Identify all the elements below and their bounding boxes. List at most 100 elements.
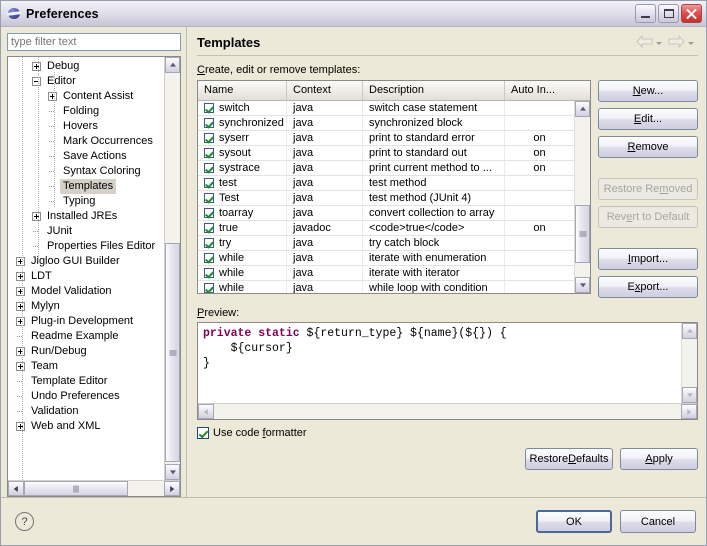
table-row[interactable]: Test java test method (JUnit 4) bbox=[198, 191, 574, 206]
tree-scroll-right-button[interactable] bbox=[164, 481, 180, 496]
tree-expand-plus-icon[interactable] bbox=[16, 302, 25, 311]
tree-item-save-actions[interactable]: Save Actions bbox=[8, 149, 164, 164]
template-enabled-checkbox[interactable] bbox=[204, 103, 214, 113]
table-header-row[interactable]: Name Context Description Auto In... bbox=[198, 81, 590, 101]
cancel-button[interactable]: Cancel bbox=[620, 510, 696, 533]
cell-name[interactable]: toarray bbox=[198, 206, 287, 220]
preview-hscroll-track[interactable] bbox=[214, 404, 681, 419]
tree-expand-plus-icon[interactable] bbox=[32, 212, 41, 221]
template-enabled-checkbox[interactable] bbox=[204, 253, 214, 263]
template-enabled-checkbox[interactable] bbox=[204, 148, 214, 158]
tree-expand-plus-icon[interactable] bbox=[16, 362, 25, 371]
preview-scroll-track[interactable] bbox=[682, 339, 697, 387]
back-dropdown-icon[interactable] bbox=[656, 42, 662, 45]
template-enabled-checkbox[interactable] bbox=[204, 133, 214, 143]
tree-item-model-validation[interactable]: Model Validation bbox=[8, 284, 164, 299]
apply-button[interactable]: Apply bbox=[620, 448, 698, 470]
tree-item-installed-jres[interactable]: Installed JREs bbox=[8, 209, 164, 224]
restore-defaults-button[interactable]: Restore Defaults bbox=[525, 448, 613, 470]
cell-name[interactable]: systrace bbox=[198, 161, 287, 175]
tree-item-team[interactable]: Team bbox=[8, 359, 164, 374]
cell-name[interactable]: switch bbox=[198, 101, 287, 115]
tree-item-undo-preferences[interactable]: Undo Preferences bbox=[8, 389, 164, 404]
tree-item-properties-files-editor[interactable]: Properties Files Editor bbox=[8, 239, 164, 254]
tree-item-hovers[interactable]: Hovers bbox=[8, 119, 164, 134]
use-code-formatter-checkbox[interactable] bbox=[197, 427, 209, 439]
table-scroll-thumb[interactable] bbox=[575, 205, 590, 263]
template-enabled-checkbox[interactable] bbox=[204, 178, 214, 188]
edit-button[interactable]: Edit... bbox=[598, 108, 698, 130]
tree-expand-plus-icon[interactable] bbox=[16, 317, 25, 326]
table-row[interactable]: sysout java print to standard out on bbox=[198, 146, 574, 161]
tree-expand-plus-icon[interactable] bbox=[32, 62, 41, 71]
tree-item-mylyn[interactable]: Mylyn bbox=[8, 299, 164, 314]
tree-scroll-area[interactable]: Debug Editor Content Assist Folding Hovers Ma… bbox=[8, 57, 164, 480]
template-enabled-checkbox[interactable] bbox=[204, 118, 214, 128]
cell-name[interactable]: try bbox=[198, 236, 287, 250]
table-row[interactable]: switch java switch case statement bbox=[198, 101, 574, 116]
template-enabled-checkbox[interactable] bbox=[204, 208, 214, 218]
tree-scroll-track[interactable] bbox=[165, 73, 180, 464]
template-enabled-checkbox[interactable] bbox=[204, 163, 214, 173]
tree-item-mark-occurrences[interactable]: Mark Occurrences bbox=[8, 134, 164, 149]
tree-item-validation[interactable]: Validation bbox=[8, 404, 164, 419]
tree-item-template-editor[interactable]: Template Editor bbox=[8, 374, 164, 389]
tree-item-syntax-coloring[interactable]: Syntax Coloring bbox=[8, 164, 164, 179]
tree-item-typing[interactable]: Typing bbox=[8, 194, 164, 209]
filter-input[interactable] bbox=[7, 33, 181, 51]
table-row[interactable]: try java try catch block bbox=[198, 236, 574, 251]
tree-item-editor[interactable]: Editor bbox=[8, 74, 164, 89]
table-row[interactable]: while java iterate with iterator bbox=[198, 266, 574, 281]
table-scroll-down-button[interactable] bbox=[575, 277, 590, 293]
tree-scroll-thumb[interactable] bbox=[165, 243, 180, 462]
tree-item-content-assist[interactable]: Content Assist bbox=[8, 89, 164, 104]
template-enabled-checkbox[interactable] bbox=[204, 283, 214, 293]
ok-button[interactable]: OK bbox=[536, 510, 612, 533]
tree-item-web-and-xml[interactable]: Web and XML bbox=[8, 419, 164, 434]
cell-name[interactable]: while bbox=[198, 251, 287, 265]
tree-expand-plus-icon[interactable] bbox=[16, 272, 25, 281]
table-header-name[interactable]: Name bbox=[198, 81, 287, 100]
export-button[interactable]: Ex port... bbox=[598, 276, 698, 298]
table-row[interactable]: while java iterate with enumeration bbox=[198, 251, 574, 266]
table-vertical-scrollbar[interactable] bbox=[574, 101, 590, 293]
preview-scroll-right-button[interactable] bbox=[681, 404, 697, 419]
tree-scroll-left-button[interactable] bbox=[8, 481, 24, 496]
cell-name[interactable]: while bbox=[198, 266, 287, 280]
tree-item-run-debug[interactable]: Run/Debug bbox=[8, 344, 164, 359]
template-enabled-checkbox[interactable] bbox=[204, 268, 214, 278]
tree-item-folding[interactable]: Folding bbox=[8, 104, 164, 119]
tree-expand-plus-icon[interactable] bbox=[48, 92, 57, 101]
cell-name[interactable]: sysout bbox=[198, 146, 287, 160]
table-row[interactable]: toarray java convert collection to array bbox=[198, 206, 574, 221]
tree-item-jigloo-gui-builder[interactable]: Jigloo GUI Builder bbox=[8, 254, 164, 269]
use-code-formatter-row[interactable]: Use code formatter bbox=[197, 427, 698, 439]
tree-scroll-up-button[interactable] bbox=[165, 57, 180, 73]
template-enabled-checkbox[interactable] bbox=[204, 223, 214, 233]
tree-item-debug[interactable]: Debug bbox=[8, 59, 164, 74]
tree-item-templates[interactable]: Templates bbox=[8, 179, 164, 194]
cell-name[interactable]: while bbox=[198, 281, 287, 293]
cell-name[interactable]: synchronized bbox=[198, 116, 287, 130]
table-row[interactable]: syserr java print to standard error on bbox=[198, 131, 574, 146]
maximize-button[interactable] bbox=[658, 4, 679, 23]
tree-scroll-down-button[interactable] bbox=[165, 464, 180, 480]
cell-name[interactable]: true bbox=[198, 221, 287, 235]
tree-expand-plus-icon[interactable] bbox=[16, 422, 25, 431]
cell-name[interactable]: syserr bbox=[198, 131, 287, 145]
preview-scroll-left-button[interactable] bbox=[198, 404, 214, 419]
cell-name[interactable]: test bbox=[198, 176, 287, 190]
tree-item-junit[interactable]: JUnit bbox=[8, 224, 164, 239]
preview-horizontal-scrollbar[interactable] bbox=[198, 403, 697, 419]
tree-expand-plus-icon[interactable] bbox=[16, 347, 25, 356]
table-header-auto-in[interactable]: Auto In... bbox=[505, 81, 590, 100]
tree-collapse-minus-icon[interactable] bbox=[32, 77, 41, 86]
tree-vertical-scrollbar[interactable] bbox=[164, 57, 180, 480]
tree-expand-plus-icon[interactable] bbox=[16, 257, 25, 266]
tree-horizontal-scrollbar[interactable] bbox=[8, 480, 180, 496]
cell-name[interactable]: Test bbox=[198, 191, 287, 205]
table-row[interactable]: while java while loop with condition bbox=[198, 281, 574, 293]
table-row[interactable]: true javadoc <code>true</code> on bbox=[198, 221, 574, 236]
preview-scroll-down-button[interactable] bbox=[682, 387, 697, 403]
tree-item-plug-in-development[interactable]: Plug-in Development bbox=[8, 314, 164, 329]
